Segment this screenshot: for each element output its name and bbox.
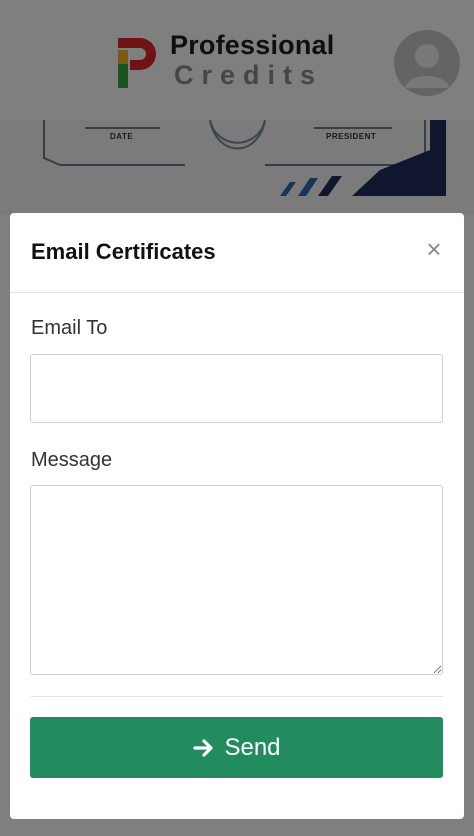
message-textarea[interactable] — [30, 485, 443, 675]
modal-title: Email Certificates — [31, 239, 216, 264]
email-to-input[interactable] — [30, 354, 443, 423]
close-icon[interactable]: × — [420, 235, 448, 263]
arrow-right-icon — [193, 738, 214, 757]
email-to-label: Email To — [31, 317, 108, 339]
send-button-label: Send — [224, 733, 281, 761]
message-label: Message — [31, 449, 113, 471]
send-button[interactable]: Send — [30, 717, 443, 778]
email-certificates-modal: Email Certificates × Email To Message Se… — [10, 213, 464, 819]
divider — [31, 696, 443, 697]
modal-header: Email Certificates × — [10, 213, 464, 293]
